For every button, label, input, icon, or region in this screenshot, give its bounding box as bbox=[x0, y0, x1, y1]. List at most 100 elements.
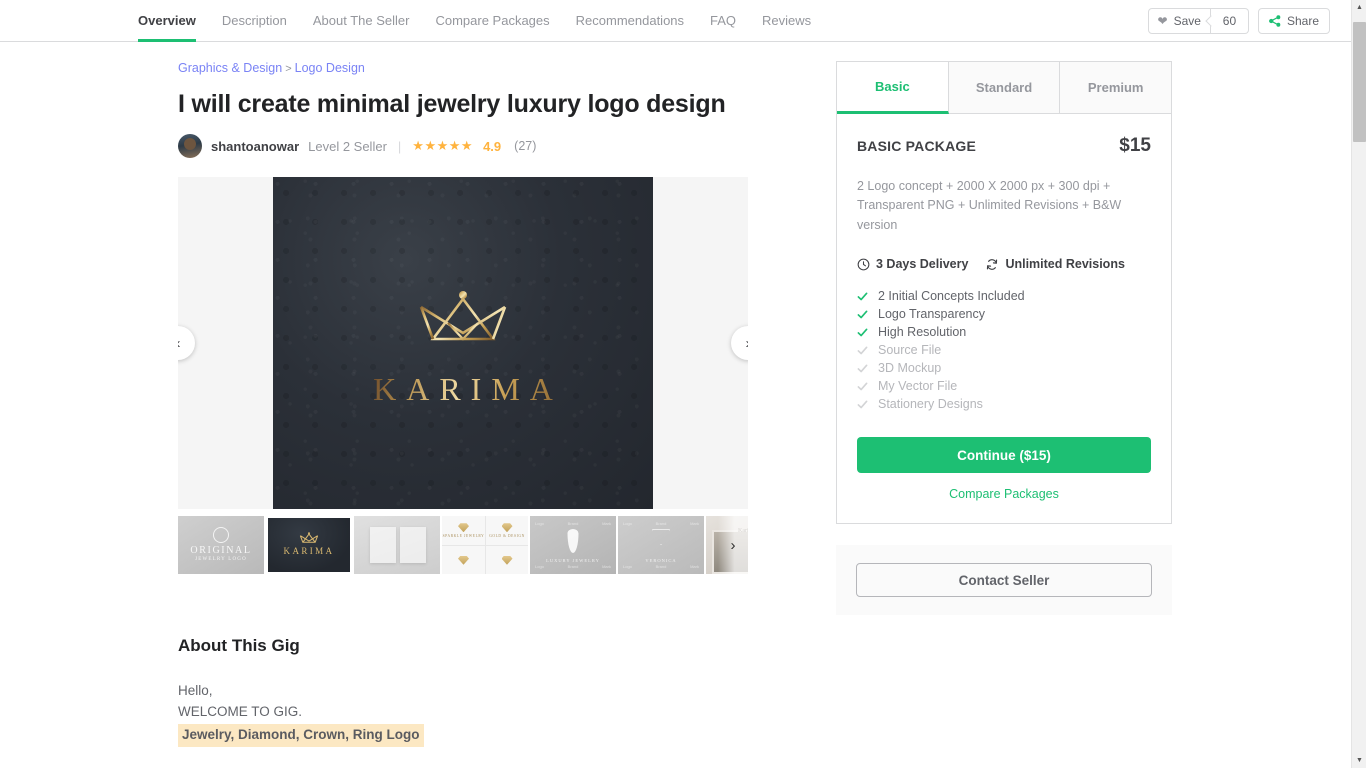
chevron-left-icon: ‹ bbox=[178, 335, 181, 352]
card-shape bbox=[400, 527, 426, 564]
package-feature-row: 2 Initial Concepts Included bbox=[857, 287, 1151, 305]
thumbnail-label: SPARKLE JEWELRY bbox=[442, 534, 485, 539]
diamond-icon bbox=[458, 523, 469, 533]
logo-cell: SPARKLE JEWELRY bbox=[442, 516, 485, 545]
thumbnails-next-button[interactable]: › bbox=[718, 516, 748, 575]
scrollbar-thumb[interactable] bbox=[1353, 22, 1366, 142]
crown-icon bbox=[299, 532, 319, 544]
compare-packages-link[interactable]: Compare Packages bbox=[857, 487, 1151, 501]
scroll-up-arrow-icon[interactable]: ▲ bbox=[1352, 0, 1366, 15]
grid-label: Brand bbox=[567, 521, 579, 527]
rating-count: (27) bbox=[514, 139, 537, 154]
rating-stars-icon: ★★★★★ bbox=[412, 138, 474, 154]
package-name: BASIC PACKAGE bbox=[857, 138, 977, 154]
package-feature-row: Source File bbox=[857, 341, 1151, 359]
package-feature-row: Stationery Designs bbox=[857, 395, 1151, 413]
page-scrollbar[interactable]: ▲ ▼ bbox=[1351, 0, 1366, 768]
save-count-badge[interactable]: 60 bbox=[1210, 7, 1249, 34]
sticky-top-navigation: Overview Description About The Seller Co… bbox=[0, 0, 1351, 42]
thumbnail-item[interactable]: ORIGINAL JEWELRY LOGO bbox=[178, 516, 264, 575]
breadcrumb-category-link[interactable]: Graphics & Design bbox=[178, 61, 282, 75]
about-body: Hello, WELCOME TO GIG. Jewelry, Diamond,… bbox=[178, 681, 748, 768]
ring-icon bbox=[213, 527, 229, 544]
heart-icon: ❤ bbox=[1157, 13, 1168, 28]
save-button[interactable]: ❤ Save bbox=[1147, 7, 1211, 34]
package-tab-basic[interactable]: Basic bbox=[837, 62, 949, 114]
tab-reviews[interactable]: Reviews bbox=[749, 0, 824, 41]
package-feature-label: Logo Transparency bbox=[878, 307, 986, 322]
diamond-icon bbox=[501, 523, 513, 533]
monogram-icon bbox=[652, 529, 670, 546]
package-tabs: Basic Standard Premium bbox=[837, 62, 1172, 114]
revisions: Unlimited Revisions bbox=[985, 257, 1125, 271]
slide-logo-artwork: KARIMA bbox=[273, 289, 653, 405]
gallery-next-button[interactable]: › bbox=[731, 326, 748, 361]
share-button[interactable]: Share bbox=[1257, 7, 1330, 34]
package-tab-standard-label: Standard bbox=[975, 80, 1033, 95]
thumbnail-item[interactable]: Logo Brand Mark LUXURY JEWELRY Logo Bran… bbox=[530, 516, 616, 575]
gig-section-tabs: Overview Description About The Seller Co… bbox=[138, 0, 824, 42]
tab-compare-packages[interactable]: Compare Packages bbox=[422, 0, 562, 41]
scroll-down-arrow-icon[interactable]: ▼ bbox=[1352, 753, 1366, 768]
share-button-label: Share bbox=[1286, 13, 1319, 28]
save-count-value: 60 bbox=[1222, 13, 1237, 28]
grid-label: Mark bbox=[602, 521, 611, 527]
thumbnail-item[interactable]: SPARKLE JEWELRY GOLD & DESIGN bbox=[442, 516, 528, 575]
about-this-gig-section: About This Gig Hello, WELCOME TO GIG. Je… bbox=[178, 636, 748, 768]
thumbnail-item[interactable]: Logo Brand Mark VERONICA Logo Brand Mark bbox=[618, 516, 704, 575]
refresh-icon bbox=[987, 258, 998, 270]
contact-seller-button[interactable]: Contact Seller bbox=[856, 563, 1152, 598]
logo-cell bbox=[485, 545, 528, 575]
package-tab-premium[interactable]: Premium bbox=[1060, 62, 1172, 114]
slide-brand-wordmark: KARIMA bbox=[363, 373, 563, 405]
tab-recommendations[interactable]: Recommendations bbox=[563, 0, 697, 41]
package-tab-standard[interactable]: Standard bbox=[948, 62, 1061, 114]
tab-faq[interactable]: FAQ bbox=[697, 0, 749, 41]
thumbnail-sublabel: JEWELRY LOGO bbox=[195, 557, 247, 563]
nav-action-buttons: ❤ Save 60 Share bbox=[1147, 0, 1351, 41]
card-shape bbox=[370, 527, 396, 564]
check-icon bbox=[857, 364, 868, 372]
grid-label: Logo bbox=[535, 564, 544, 570]
grid-label: Brand bbox=[655, 564, 667, 570]
package-feature-label: My Vector File bbox=[878, 379, 958, 394]
gallery-active-slide[interactable]: KARIMA bbox=[273, 177, 653, 510]
package-tab-basic-label: Basic bbox=[874, 79, 910, 94]
tab-description[interactable]: Description bbox=[209, 0, 300, 41]
about-highlight-keywords: Jewelry, Diamond, Crown, Ring Logo bbox=[178, 724, 424, 748]
tab-compare-packages-label: Compare Packages bbox=[435, 13, 550, 28]
thumbnail-item[interactable] bbox=[354, 516, 440, 575]
tab-overview[interactable]: Overview bbox=[138, 0, 209, 42]
save-button-group: ❤ Save 60 bbox=[1147, 7, 1249, 34]
delivery-time-label: 3 Days Delivery bbox=[876, 257, 969, 272]
check-icon bbox=[857, 346, 868, 354]
continue-button[interactable]: Continue ($15) bbox=[857, 437, 1151, 474]
gallery-thumbnail-strip: ORIGINAL JEWELRY LOGO KARIMA SPARKLE JEW… bbox=[178, 516, 748, 575]
contact-seller-label: Contact Seller bbox=[958, 572, 1050, 588]
package-tab-premium-label: Premium bbox=[1087, 80, 1144, 95]
about-line: WELCOME TO GIG. bbox=[178, 704, 303, 720]
tab-reviews-label: Reviews bbox=[762, 13, 812, 28]
avatar[interactable] bbox=[178, 134, 202, 159]
package-description: 2 Logo concept + 2000 X 2000 px + 300 dp… bbox=[857, 179, 1122, 232]
flame-icon bbox=[567, 529, 579, 554]
page-title: I will create minimal jewelry luxury log… bbox=[178, 90, 726, 118]
gallery-prev-button[interactable]: ‹ bbox=[178, 326, 195, 361]
seller-summary-row: shantoanowar Level 2 Seller | ★★★★★ 4.9 … bbox=[178, 134, 748, 159]
breadcrumb-subcategory-link[interactable]: Logo Design bbox=[295, 61, 365, 75]
grid-label: Mark bbox=[602, 564, 611, 570]
package-feature-row: 3D Mockup bbox=[857, 359, 1151, 377]
logo-cell bbox=[442, 545, 485, 574]
contact-seller-card: Contact Seller bbox=[836, 545, 1172, 616]
about-heading: About This Gig bbox=[178, 636, 300, 656]
diamond-icon bbox=[458, 555, 469, 565]
thumbnail-item[interactable]: KARIMA bbox=[266, 516, 352, 575]
thumbnail-label: KARIMA bbox=[283, 546, 335, 557]
seller-name[interactable]: shantoanowar bbox=[211, 139, 299, 154]
check-icon bbox=[857, 382, 868, 390]
package-price: $15 bbox=[1119, 135, 1151, 156]
tab-about-the-seller[interactable]: About The Seller bbox=[300, 0, 423, 41]
breadcrumb-separator: > bbox=[285, 63, 292, 75]
grid-label: Mark bbox=[690, 564, 699, 570]
package-header: BASIC PACKAGE $15 bbox=[857, 135, 1151, 157]
